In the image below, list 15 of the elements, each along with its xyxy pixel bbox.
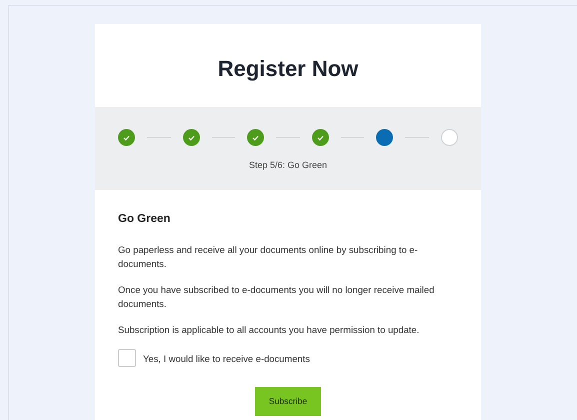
- check-icon: [188, 134, 195, 140]
- checkbox[interactable]: [118, 349, 136, 367]
- paragraph: Go paperless and receive all your documents online by subscribing to e-documents.: [118, 243, 419, 271]
- pending-step: [440, 129, 458, 146]
- subscribe-button[interactable]: Subscribe: [254, 387, 322, 416]
- check-icon: [316, 134, 324, 140]
- check-icon: [252, 134, 260, 140]
- checkbox-label: Yes, I would like to receive e-documents: [143, 352, 310, 364]
- check-icon: [123, 134, 130, 140]
- section-title: Go Green: [118, 213, 172, 225]
- step-label: Step 5/6: Go Green: [248, 160, 328, 170]
- page-title: Register Now: [216, 55, 360, 83]
- current-step: [376, 129, 394, 146]
- paragraph: Subscription is applicable to all accounts you have permission to update.: [118, 323, 420, 337]
- paragraph: Once you have subscribed to e-documents you will no longer receive mailed documents.: [118, 283, 436, 311]
